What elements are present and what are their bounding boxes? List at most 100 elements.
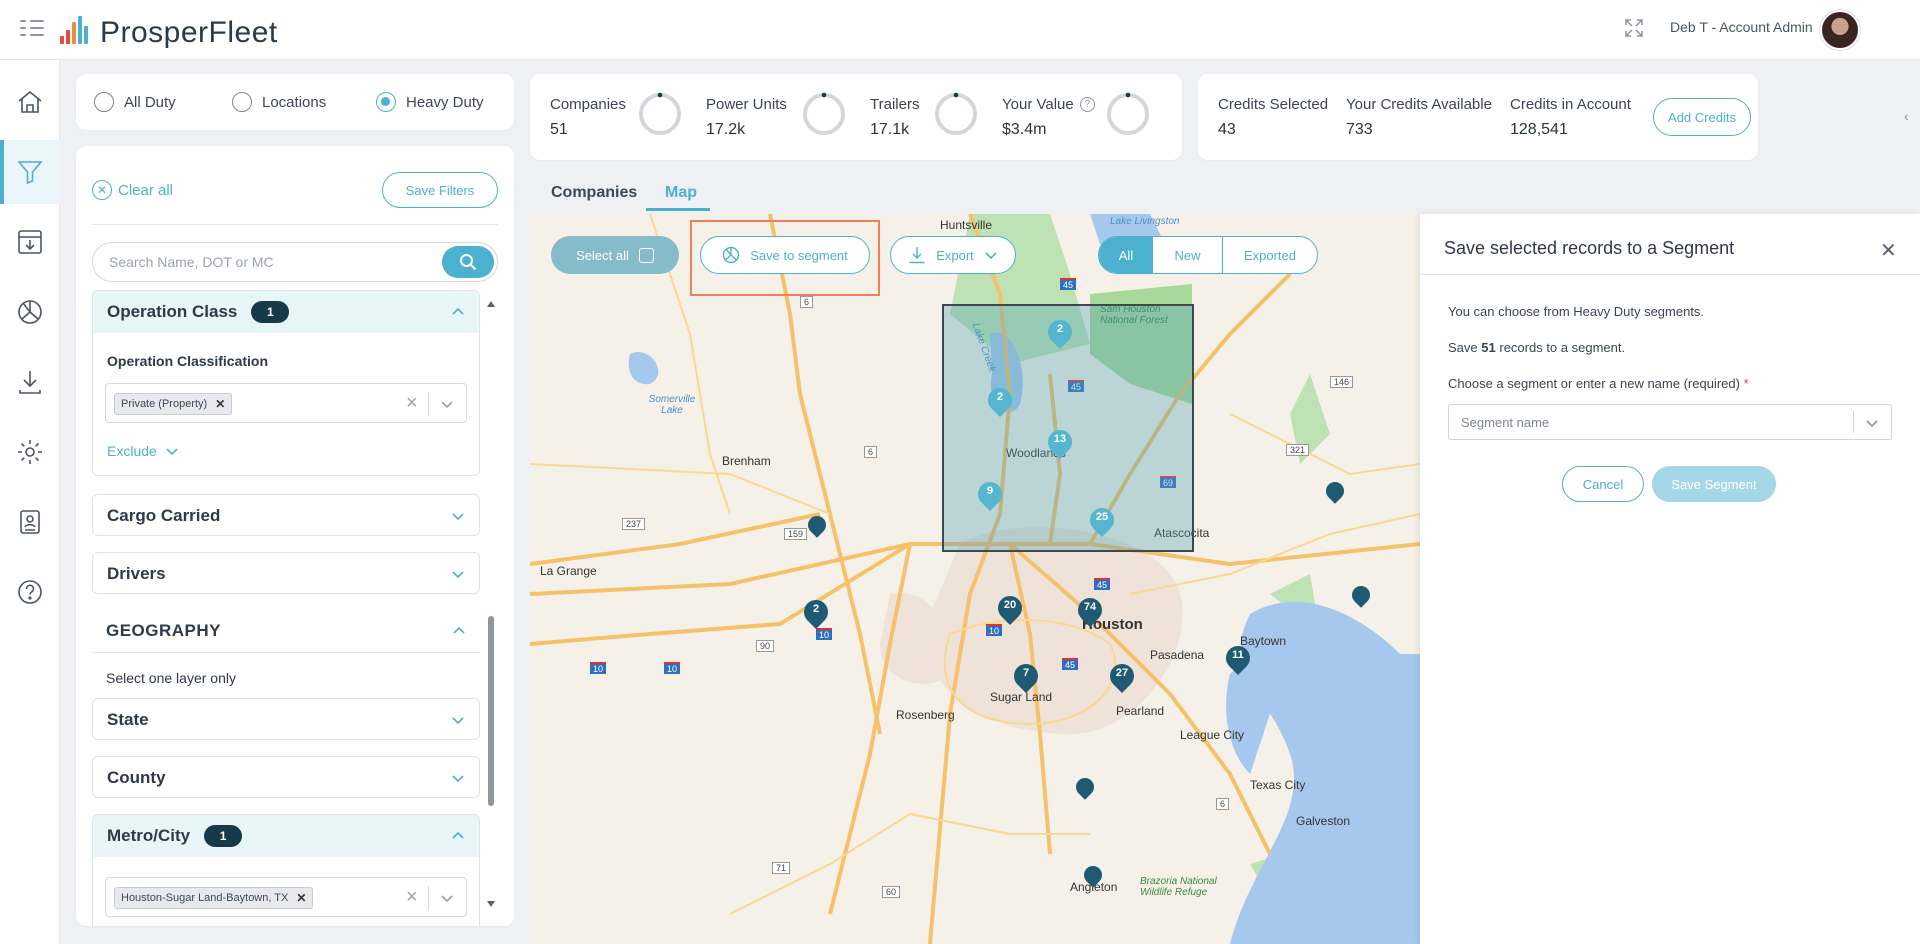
user-name[interactable]: Deb T - Account Admin — [1670, 19, 1813, 35]
search-input[interactable] — [109, 243, 409, 281]
chip-remove-icon[interactable]: ✕ — [215, 397, 225, 411]
map-marker[interactable]: 27 — [1105, 659, 1139, 694]
section-drivers[interactable]: Drivers — [92, 552, 480, 594]
filter-scrollbar[interactable] — [486, 300, 496, 910]
selected-chip: Private (Property) ✕ — [114, 393, 233, 415]
section-cargo-carried[interactable]: Cargo Carried — [92, 494, 480, 536]
map-view[interactable]: Huntsville Lake Livingston Sam Houston N… — [530, 214, 1420, 944]
interstate-shield: 10 — [664, 662, 681, 674]
chevron-down-icon — [452, 775, 464, 783]
radio-all-duty[interactable]: All Duty — [94, 92, 176, 112]
nav-settings[interactable] — [0, 420, 60, 484]
map-marker[interactable]: 11 — [1221, 641, 1255, 676]
highway-shield: 159 — [784, 528, 808, 540]
segment-icon — [723, 246, 740, 264]
chip-label: Houston-Sugar Land-Baytown, TX — [121, 892, 289, 904]
clear-select-icon[interactable]: × — [406, 886, 418, 909]
section-header: Cargo Carried — [93, 495, 479, 537]
scroll-down-icon[interactable] — [487, 900, 495, 908]
section-header[interactable]: Operation Class 1 — [93, 291, 479, 333]
map-marker[interactable]: 2 — [983, 383, 1017, 418]
divider — [92, 224, 498, 225]
save-segment-button[interactable]: Save Segment — [1652, 466, 1776, 502]
tab-companies[interactable]: Companies — [551, 184, 637, 202]
menu-icon[interactable] — [20, 20, 44, 38]
map-marker[interactable]: 20 — [993, 591, 1027, 626]
geography-header[interactable]: GEOGRAPHY — [92, 610, 480, 652]
filter-exported[interactable]: Exported — [1223, 237, 1317, 273]
filter-all[interactable]: All — [1099, 237, 1153, 273]
map-marker[interactable] — [1072, 774, 1098, 808]
select-divider — [1853, 411, 1854, 433]
map-marker[interactable]: 13 — [1043, 425, 1077, 460]
close-icon[interactable]: ✕ — [1880, 238, 1897, 263]
tab-map[interactable]: Map — [665, 184, 697, 202]
section-county[interactable]: County — [92, 756, 480, 798]
selected-chip: Houston-Sugar Land-Baytown, TX ✕ — [114, 887, 314, 909]
add-credits-button[interactable]: Add Credits — [1653, 98, 1751, 136]
chevron-down-icon[interactable] — [440, 891, 454, 905]
save-to-segment-label: Save to segment — [750, 247, 848, 263]
avatar[interactable] — [1820, 10, 1860, 50]
chevron-up-icon[interactable] — [451, 305, 465, 319]
filter-new[interactable]: New — [1153, 237, 1223, 273]
clear-all-button[interactable]: ✕ Clear all — [92, 180, 173, 200]
save-filters-button[interactable]: Save Filters — [382, 172, 498, 208]
interstate-shield: 45 — [1062, 658, 1079, 670]
download-icon — [19, 371, 41, 394]
map-marker[interactable] — [1322, 478, 1348, 512]
download-icon — [909, 247, 925, 264]
section-header[interactable]: Metro/City 1 — [93, 815, 479, 857]
chevron-down-icon[interactable] — [1865, 416, 1879, 430]
select-all-checkbox[interactable] — [638, 247, 654, 263]
nav-segments[interactable] — [0, 280, 60, 344]
exclude-toggle[interactable]: Exclude — [107, 443, 179, 459]
info-icon[interactable]: ? — [1079, 97, 1095, 112]
map-marker[interactable] — [1348, 582, 1374, 616]
scroll-thumb[interactable] — [488, 616, 494, 806]
map-label: League City — [1180, 728, 1245, 742]
export-dropdown[interactable]: Export — [890, 236, 1016, 274]
nav-help[interactable] — [0, 560, 60, 624]
chip-remove-icon[interactable]: ✕ — [296, 891, 306, 905]
scroll-up-icon[interactable] — [487, 300, 495, 308]
chevron-up-icon[interactable] — [451, 829, 465, 843]
select-all-toggle[interactable]: Select all — [551, 236, 679, 274]
credits-selected: Credits Selected 43 — [1218, 96, 1328, 139]
divider — [92, 652, 480, 653]
stat-companies: Companies 51 — [550, 96, 626, 139]
map-marker[interactable]: 2 — [799, 595, 833, 630]
save-to-segment-button[interactable]: Save to segment — [700, 236, 870, 274]
operation-class-select[interactable]: Private (Property) ✕ × — [105, 383, 467, 423]
chevron-down-icon[interactable] — [440, 397, 454, 411]
search-button[interactable] — [442, 246, 494, 278]
nav-downloads-box[interactable] — [0, 210, 60, 274]
nav-contacts[interactable] — [0, 490, 60, 554]
section-state[interactable]: State — [92, 698, 480, 740]
radio-heavy-duty[interactable]: Heavy Duty — [376, 92, 484, 112]
record-count: 51 — [1481, 340, 1496, 355]
geography-hint: Select one layer only — [106, 670, 236, 686]
segment-icon — [18, 300, 42, 324]
segment-name-input[interactable] — [1461, 405, 1821, 439]
map-marker[interactable] — [1080, 862, 1106, 896]
panel-description: You can choose from Heavy Duty segments. — [1448, 304, 1705, 319]
map-marker[interactable]: 2 — [1043, 315, 1077, 350]
collapse-icon[interactable]: ‹ — [1904, 108, 1920, 128]
radio-locations[interactable]: Locations — [232, 92, 326, 112]
map-marker[interactable]: 7 — [1009, 659, 1043, 694]
highway-shield: 60 — [882, 886, 901, 898]
map-marker[interactable]: 74 — [1073, 593, 1107, 628]
metro-city-select[interactable]: Houston-Sugar Land-Baytown, TX ✕ × — [105, 877, 467, 917]
nav-filters[interactable] — [0, 140, 60, 204]
fullscreen-icon[interactable] — [1624, 18, 1644, 38]
nav-export[interactable] — [0, 350, 60, 414]
map-marker[interactable]: 9 — [973, 477, 1007, 512]
map-marker[interactable] — [804, 512, 830, 546]
clear-select-icon[interactable]: × — [406, 392, 418, 415]
nav-home[interactable] — [0, 70, 60, 134]
divider — [1420, 274, 1920, 275]
map-marker[interactable]: 25 — [1085, 503, 1119, 538]
filter-icon — [17, 161, 43, 185]
cancel-button[interactable]: Cancel — [1562, 466, 1644, 502]
